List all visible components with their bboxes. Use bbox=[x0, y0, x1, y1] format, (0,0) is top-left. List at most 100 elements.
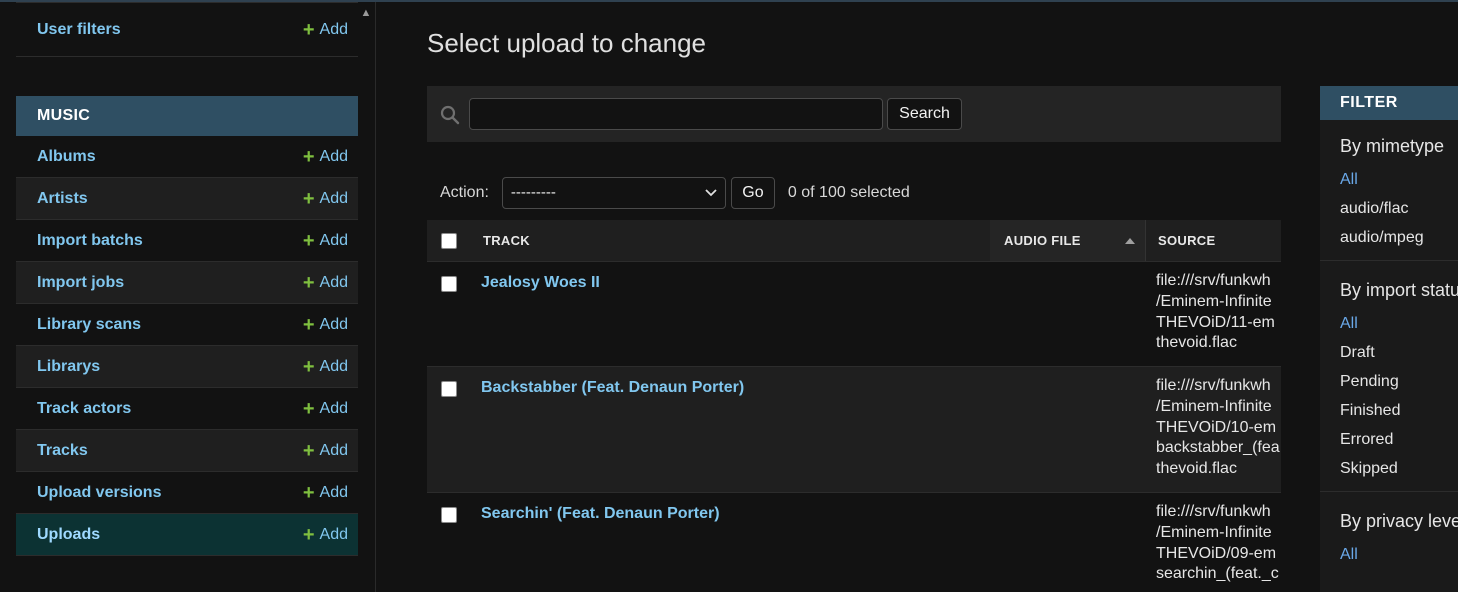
filter-group-title: By import status bbox=[1340, 280, 1458, 300]
filter-option[interactable]: Finished bbox=[1340, 396, 1458, 425]
sort-ascending-icon[interactable] bbox=[1125, 238, 1135, 244]
add-link[interactable]: + Add bbox=[303, 357, 348, 377]
sidebar-item-label[interactable]: Tracks bbox=[37, 442, 88, 460]
filter-divider bbox=[1320, 260, 1458, 261]
filter-title: FILTER bbox=[1320, 86, 1458, 120]
add-link[interactable]: + Add bbox=[303, 20, 348, 40]
filter-option[interactable]: Skipped bbox=[1340, 454, 1458, 483]
filter-divider bbox=[1320, 491, 1458, 492]
row-checkbox[interactable] bbox=[441, 276, 457, 292]
table-row: Backstabber (Feat. Denaun Porter) file:/… bbox=[427, 367, 1281, 493]
row-checkbox[interactable] bbox=[441, 507, 457, 523]
filter-option[interactable]: All bbox=[1340, 540, 1458, 569]
filter-options-mimetype: All audio/flac audio/mpeg bbox=[1320, 165, 1458, 252]
source-cell: file:///srv/funkwh /Eminem-Infinite THEV… bbox=[1156, 272, 1275, 352]
sidebar-item-tracks: Tracks + Add bbox=[16, 430, 358, 472]
sidebar-item-label[interactable]: Librarys bbox=[37, 358, 100, 376]
plus-icon: + bbox=[302, 355, 315, 378]
table-row: Searchin' (Feat. Denaun Porter) file:///… bbox=[427, 493, 1281, 592]
sidebar-item-label[interactable]: Uploads bbox=[37, 526, 100, 544]
add-link[interactable]: + Add bbox=[303, 147, 348, 167]
selected-count: 0 of 100 selected bbox=[787, 183, 910, 201]
plus-icon: + bbox=[302, 187, 315, 210]
search-icon bbox=[440, 105, 460, 125]
plus-icon: + bbox=[302, 523, 315, 546]
sidebar-item-user-filters: User filters + Add bbox=[16, 2, 358, 57]
filter-option[interactable]: Errored bbox=[1340, 425, 1458, 454]
sidebar-item-label[interactable]: Artists bbox=[37, 190, 88, 208]
search-input[interactable] bbox=[469, 98, 883, 130]
sidebar-item-label[interactable]: Upload versions bbox=[37, 484, 161, 502]
track-link[interactable]: Backstabber (Feat. Denaun Porter) bbox=[481, 379, 744, 396]
results-table: TRACK AUDIO FILE SOURCE Jealosy Woes II … bbox=[427, 220, 1281, 592]
search-button[interactable]: Search bbox=[887, 98, 962, 130]
sidebar-item-track-actors: Track actors + Add bbox=[16, 388, 358, 430]
add-link[interactable]: + Add bbox=[303, 315, 348, 335]
filter-option[interactable]: Pending bbox=[1340, 367, 1458, 396]
add-link[interactable]: + Add bbox=[303, 441, 348, 461]
sidebar-item-library-scans: Library scans + Add bbox=[16, 304, 358, 346]
sidebar-item-uploads: Uploads + Add bbox=[16, 514, 358, 556]
action-select[interactable]: --------- bbox=[501, 176, 726, 209]
scroll-up-arrow-icon[interactable]: ▲ bbox=[358, 4, 374, 22]
audio-file-cell bbox=[990, 493, 1145, 592]
filter-group-title: By privacy level bbox=[1340, 511, 1458, 531]
add-link[interactable]: + Add bbox=[303, 483, 348, 503]
music-section-header[interactable]: MUSIC bbox=[16, 96, 358, 136]
filter-option[interactable]: audio/flac bbox=[1340, 194, 1458, 223]
sidebar-item-albums: Albums + Add bbox=[16, 136, 358, 178]
track-link[interactable]: Searchin' (Feat. Denaun Porter) bbox=[481, 505, 720, 522]
sidebar-item-label[interactable]: Import jobs bbox=[37, 274, 124, 292]
table-row: Jealosy Woes II file:///srv/funkwh /Emin… bbox=[427, 262, 1281, 367]
table-header: TRACK AUDIO FILE SOURCE bbox=[427, 220, 1281, 262]
filter-option[interactable]: Draft bbox=[1340, 338, 1458, 367]
sidebar-item-label[interactable]: Import batchs bbox=[37, 232, 143, 250]
filter-option[interactable]: audio/mpeg bbox=[1340, 223, 1458, 252]
sidebar-item-import-jobs: Import jobs + Add bbox=[16, 262, 358, 304]
go-button[interactable]: Go bbox=[730, 176, 775, 209]
sidebar-item-import-batchs: Import batchs + Add bbox=[16, 220, 358, 262]
filter-option[interactable]: All bbox=[1340, 309, 1458, 338]
add-link[interactable]: + Add bbox=[303, 525, 348, 545]
filter-options-import-status: All Draft Pending Finished Errored Skipp… bbox=[1320, 309, 1458, 483]
audio-file-cell bbox=[990, 262, 1145, 366]
plus-icon: + bbox=[302, 18, 315, 41]
audio-file-cell bbox=[990, 367, 1145, 492]
plus-icon: + bbox=[302, 271, 315, 294]
sidebar-item-label[interactable]: Library scans bbox=[37, 316, 141, 334]
row-checkbox[interactable] bbox=[441, 381, 457, 397]
sidebar-item-artists: Artists + Add bbox=[16, 178, 358, 220]
column-header-track[interactable]: TRACK bbox=[471, 220, 990, 261]
column-header-source[interactable]: SOURCE bbox=[1145, 220, 1281, 261]
plus-icon: + bbox=[302, 145, 315, 168]
plus-icon: + bbox=[302, 481, 315, 504]
add-link[interactable]: + Add bbox=[303, 399, 348, 419]
search-toolbar: Search bbox=[427, 86, 1281, 142]
action-label: Action: bbox=[440, 183, 489, 201]
track-link[interactable]: Jealosy Woes II bbox=[481, 274, 600, 291]
add-link[interactable]: + Add bbox=[303, 231, 348, 251]
filter-options-privacy-level: All bbox=[1320, 540, 1458, 569]
action-select-value: --------- bbox=[510, 184, 556, 201]
select-all-checkbox[interactable] bbox=[441, 232, 457, 249]
plus-icon: + bbox=[302, 313, 315, 336]
select-all-cell bbox=[427, 220, 471, 261]
sidebar-item-label[interactable]: Albums bbox=[37, 148, 96, 166]
add-link[interactable]: + Add bbox=[303, 189, 348, 209]
filter-group-title: By mimetype bbox=[1340, 136, 1445, 156]
sidebar-item-upload-versions: Upload versions + Add bbox=[16, 472, 358, 514]
plus-icon: + bbox=[302, 397, 315, 420]
filter-option[interactable]: All bbox=[1340, 165, 1458, 194]
sidebar-nav: User filters + Add MUSIC Albums + Add Arti… bbox=[0, 2, 376, 592]
filter-panel: FILTER By mimetype All audio/flac audio/… bbox=[1320, 86, 1458, 592]
sidebar-item-librarys: Librarys + Add bbox=[16, 346, 358, 388]
sidebar-item-label[interactable]: User filters bbox=[37, 21, 121, 39]
chevron-down-icon bbox=[705, 188, 717, 196]
add-link[interactable]: + Add bbox=[303, 273, 348, 293]
source-cell: file:///srv/funkwh /Eminem-Infinite THEV… bbox=[1156, 377, 1280, 478]
actions-bar: Action: --------- Go 0 of 100 selected bbox=[427, 165, 1281, 220]
sidebar-item-label[interactable]: Track actors bbox=[37, 400, 131, 418]
plus-icon: + bbox=[302, 439, 315, 462]
column-header-audio-file[interactable]: AUDIO FILE bbox=[990, 220, 1145, 261]
page-title: Select upload to change bbox=[427, 28, 706, 58]
